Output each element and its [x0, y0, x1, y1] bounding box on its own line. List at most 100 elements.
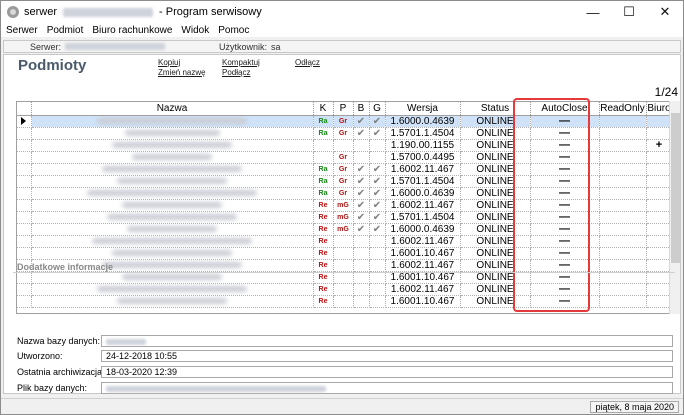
col-status[interactable]: Status	[460, 102, 531, 116]
cell-p: Gr	[333, 187, 354, 200]
table-row[interactable]: Gr 1.5700.0.4495 ONLINE —	[17, 151, 670, 164]
menu-widok[interactable]: Widok	[181, 25, 209, 36]
archiwizacja-label: Ostatnia archiwizacja:	[17, 367, 105, 377]
cell-biuro	[646, 247, 670, 260]
close-button[interactable]: ✕	[647, 1, 683, 23]
table-row[interactable]: Re mG ✔ ✔ 1.6000.0.4639 ONLINE —	[17, 223, 670, 236]
indicator-header	[17, 102, 32, 116]
cell-b	[353, 247, 370, 260]
nazwa-bazy-field[interactable]	[101, 335, 673, 347]
cell-b	[353, 151, 370, 164]
maximize-button[interactable]: ☐	[611, 1, 647, 23]
table-row[interactable]: 1.190.00.1155 ONLINE — +	[17, 139, 670, 152]
table-row[interactable]: Re mG ✔ ✔ 1.5701.1.4504 ONLINE —	[17, 211, 670, 224]
cell-status: ONLINE	[460, 187, 531, 200]
cell-biuro	[646, 115, 670, 128]
table-row[interactable]: Ra Gr ✔ ✔ 1.6000.0.4639 ONLINE —	[17, 187, 670, 200]
cell-readonly	[599, 175, 647, 188]
page-counter: 1/24	[654, 85, 678, 99]
cell-wersja: 1.6000.0.4639	[385, 115, 461, 128]
status-date: piątek, 8 maja 2020	[590, 401, 679, 413]
utworzono-field[interactable]: 24-12-2018 10:55	[101, 350, 673, 362]
col-readonly[interactable]: ReadOnly	[599, 102, 647, 116]
table-row[interactable]: Ra Gr ✔ ✔ 1.6000.0.4639 ONLINE —	[17, 115, 670, 128]
menu-pomoc[interactable]: Pomoc	[218, 25, 249, 36]
cell-g: ✔	[369, 127, 386, 140]
table-row[interactable]: Re mG ✔ ✔ 1.6002.11.467 ONLINE —	[17, 199, 670, 212]
col-biuro[interactable]: Biuro	[646, 102, 670, 116]
cell-wersja: 1.5700.0.4495	[385, 151, 461, 164]
cell-readonly	[599, 223, 647, 236]
table-row[interactable]: Ra Gr ✔ ✔ 1.6002.11.467 ONLINE —	[17, 163, 670, 176]
scroll-thumb[interactable]	[671, 113, 680, 263]
menu-biuro-rachunkowe[interactable]: Biuro rachunkowe	[92, 25, 172, 36]
cell-b: ✔	[353, 127, 370, 140]
table-row[interactable]: Re 1.6002.11.467 ONLINE —	[17, 235, 670, 248]
menu-podmiot[interactable]: Podmiot	[47, 25, 84, 36]
redacted-entity-name	[102, 165, 242, 172]
cell-p	[333, 235, 354, 248]
table-row[interactable]: Ra Gr ✔ ✔ 1.5701.1.4504 ONLINE —	[17, 175, 670, 188]
cell-status: ONLINE	[460, 163, 531, 176]
table-row[interactable]: Ra Gr ✔ ✔ 1.5701.1.4504 ONLINE —	[17, 127, 670, 140]
cell-nazwa	[31, 235, 314, 248]
redacted-server-value	[65, 43, 166, 50]
cell-biuro	[646, 211, 670, 224]
col-wersja[interactable]: Wersja	[385, 102, 461, 116]
row-indicator	[17, 175, 32, 188]
cell-nazwa	[31, 115, 314, 128]
cell-b: ✔	[353, 199, 370, 212]
cell-p	[333, 139, 354, 152]
cell-biuro	[646, 223, 670, 236]
cell-wersja: 1.5701.1.4504	[385, 211, 461, 224]
plik-bazy-field[interactable]	[101, 382, 673, 394]
user-label: Użytkownik:	[219, 41, 268, 52]
cell-status: ONLINE	[460, 235, 531, 248]
cell-nazwa	[31, 163, 314, 176]
cell-p: Gr	[333, 115, 354, 128]
cell-readonly	[599, 163, 647, 176]
minimize-button[interactable]: —	[575, 1, 611, 23]
cell-p: mG	[333, 223, 354, 236]
zmien-nazwe-link[interactable]: Zmień nazwę	[158, 68, 206, 77]
cell-readonly	[599, 247, 647, 260]
col-b[interactable]: B	[353, 102, 370, 116]
odlacz-link[interactable]: Odłącz	[295, 58, 320, 67]
redacted-entity-name	[112, 141, 232, 148]
cell-nazwa	[31, 127, 314, 140]
redacted-entity-name	[97, 117, 247, 124]
table-row[interactable]: Re 1.6001.10.467 ONLINE —	[17, 247, 670, 260]
window-title-prefix: serwer	[24, 6, 58, 18]
col-k[interactable]: K	[313, 102, 334, 116]
cell-wersja: 1.190.00.1155	[385, 139, 461, 152]
cell-status: ONLINE	[460, 127, 531, 140]
cell-autoclose: —	[530, 151, 600, 164]
details-title: Dodatkowe informacje	[17, 262, 114, 272]
row-indicator	[17, 151, 32, 164]
cell-status: ONLINE	[460, 223, 531, 236]
cell-biuro: +	[646, 139, 670, 152]
cell-status: ONLINE	[460, 151, 531, 164]
cell-autoclose: —	[530, 127, 600, 140]
col-nazwa[interactable]: Nazwa	[31, 102, 314, 116]
current-row-arrow-icon	[21, 116, 27, 125]
cell-nazwa	[31, 139, 314, 152]
cell-k: Ra	[313, 163, 334, 176]
cell-nazwa	[31, 247, 314, 260]
col-p[interactable]: P	[333, 102, 354, 116]
col-g[interactable]: G	[369, 102, 386, 116]
redacted-entity-name	[117, 177, 227, 184]
menu-serwer[interactable]: Serwer	[6, 25, 38, 36]
cell-status: ONLINE	[460, 199, 531, 212]
plik-bazy-label: Plik bazy danych:	[17, 383, 88, 393]
podlacz-link[interactable]: Podłącz	[222, 68, 250, 77]
kopiuj-link[interactable]: Kopiuj	[158, 58, 180, 67]
app-icon	[7, 6, 19, 18]
cell-k	[313, 139, 334, 152]
kompaktuj-link[interactable]: Kompaktuj	[222, 58, 260, 67]
col-autoclose[interactable]: AutoClose	[530, 102, 600, 116]
archiwizacja-field[interactable]: 18-03-2020 12:39	[101, 366, 673, 378]
app-window: serwer - Program serwisowy — ☐ ✕ Serwer …	[0, 0, 684, 415]
cell-b: ✔	[353, 187, 370, 200]
row-indicator	[17, 187, 32, 200]
